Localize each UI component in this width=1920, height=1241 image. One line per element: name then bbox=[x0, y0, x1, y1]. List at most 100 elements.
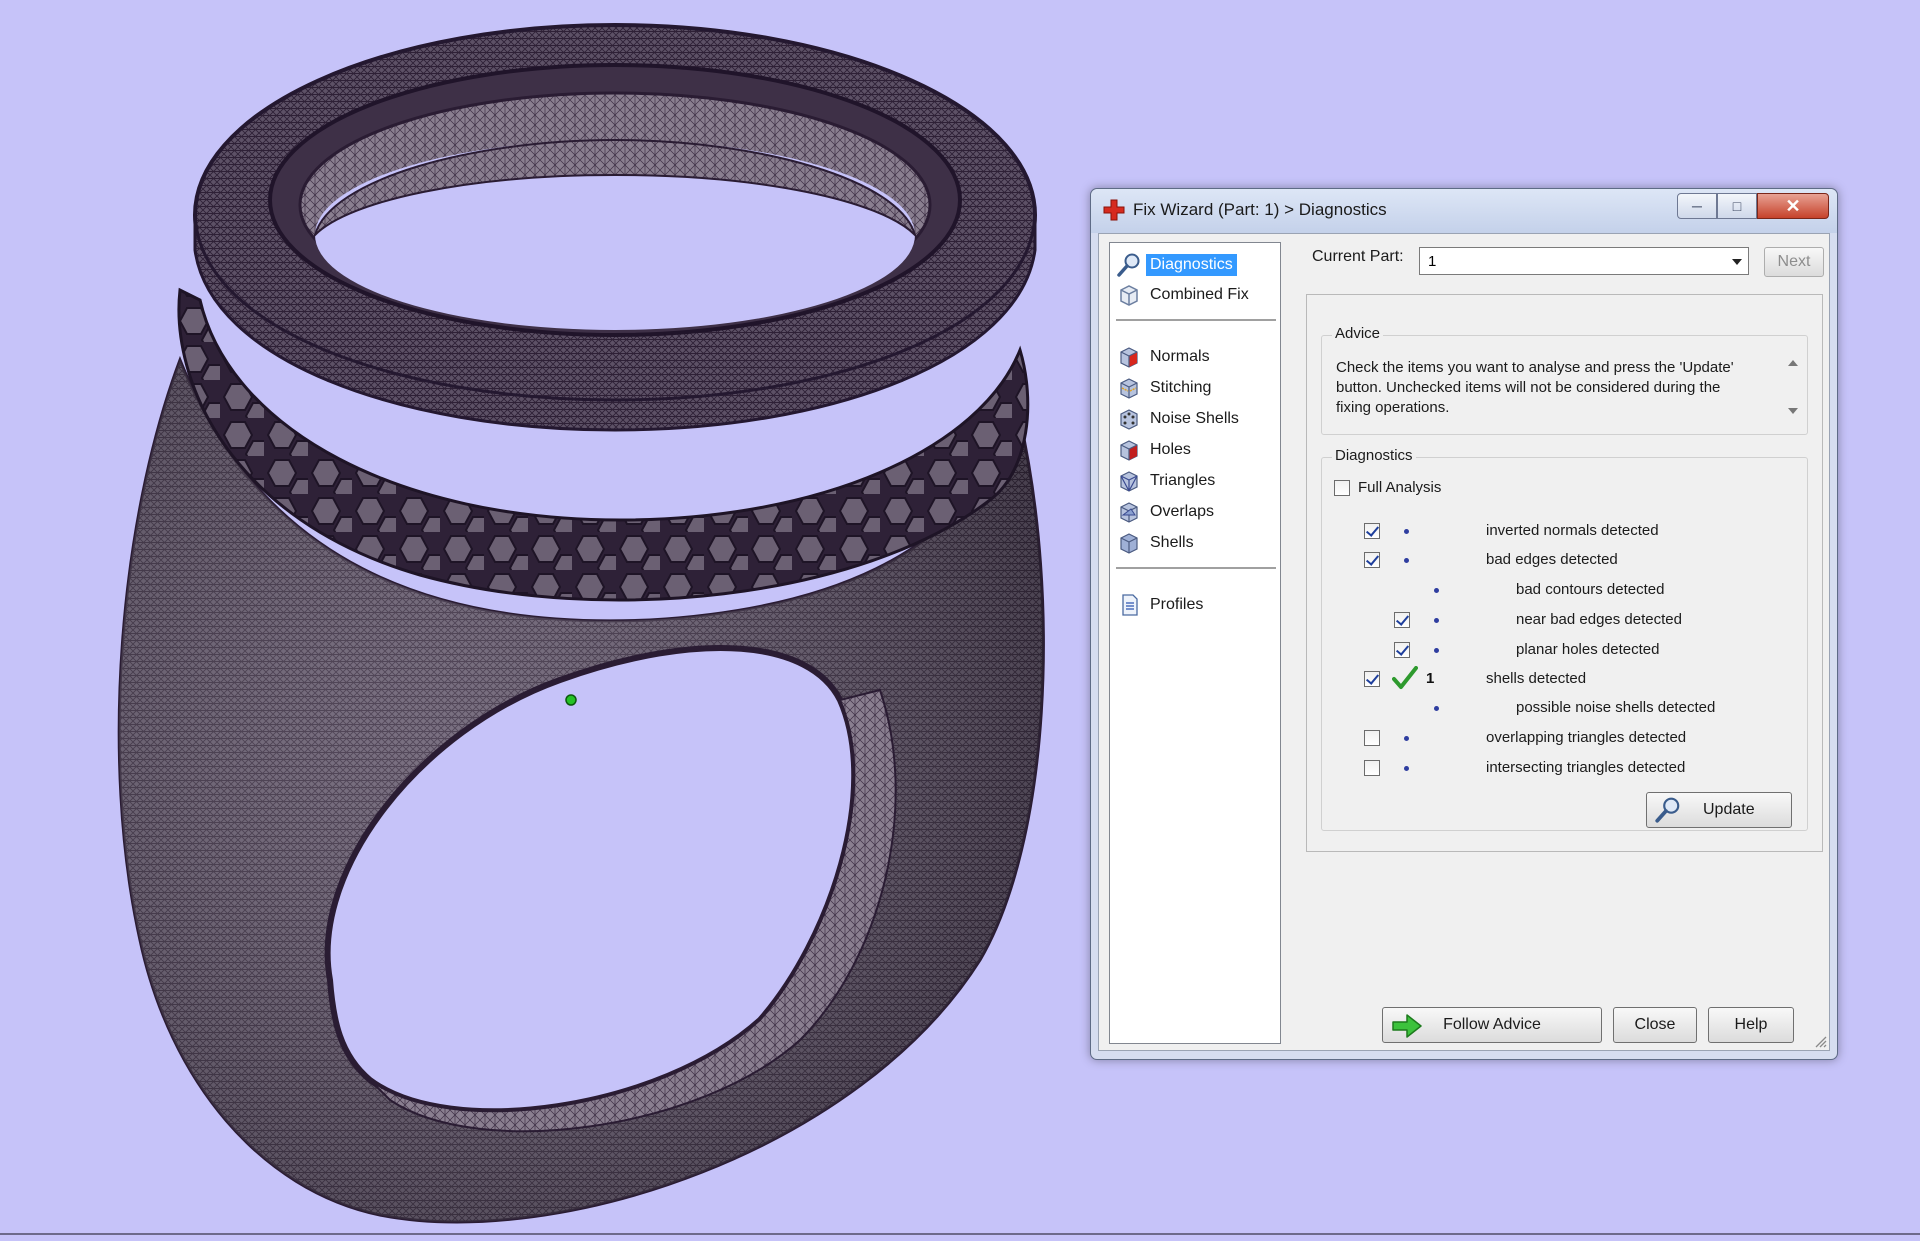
diagnostics-group: Diagnostics Full Analysis inverted norma… bbox=[1321, 447, 1808, 831]
follow-advice-button[interactable]: Follow Advice bbox=[1382, 1007, 1602, 1043]
full-analysis-label: Full Analysis bbox=[1358, 479, 1442, 496]
nav-item-label: Diagnostics bbox=[1146, 254, 1237, 276]
diag-checkbox[interactable] bbox=[1364, 760, 1380, 776]
advice-group: Advice Check the items you want to analy… bbox=[1321, 325, 1808, 435]
current-part-label: Current Part: bbox=[1312, 248, 1404, 265]
document-icon bbox=[1122, 594, 1138, 616]
nav-item-noise-shells[interactable]: Noise Shells bbox=[1116, 405, 1276, 433]
diag-label: shells detected bbox=[1486, 670, 1587, 687]
diag-label: inverted normals detected bbox=[1486, 522, 1659, 539]
maximize-icon: □ bbox=[1732, 198, 1742, 214]
status-dot bbox=[1434, 648, 1439, 653]
scroll-down-icon[interactable] bbox=[1788, 408, 1798, 414]
diag-label: overlapping triangles detected bbox=[1486, 729, 1687, 746]
shells-cube-icon bbox=[1120, 533, 1138, 554]
follow-advice-label: Follow Advice bbox=[1443, 1016, 1541, 1033]
advice-scrollbar[interactable] bbox=[1785, 356, 1801, 418]
status-dot bbox=[1404, 529, 1409, 534]
dialog-client: Diagnostics Combined Fix Normals Stitchi… bbox=[1098, 233, 1830, 1051]
dialog-titlebar[interactable]: Fix Wizard (Part: 1) > Diagnostics ─ □ ✕ bbox=[1091, 189, 1837, 233]
update-button[interactable]: Update bbox=[1646, 792, 1792, 828]
minimize-button[interactable]: ─ bbox=[1677, 193, 1717, 219]
status-dot bbox=[1404, 558, 1409, 563]
advice-text: Check the items you want to analyse and … bbox=[1336, 359, 1734, 416]
resize-grip-icon[interactable] bbox=[1813, 1034, 1827, 1048]
nav-item-label: Combined Fix bbox=[1150, 286, 1249, 303]
next-button[interactable]: Next bbox=[1764, 247, 1824, 277]
diagnostics-title: Diagnostics bbox=[1332, 447, 1416, 464]
nav-item-diagnostics[interactable]: Diagnostics bbox=[1116, 251, 1276, 279]
minimize-icon: ─ bbox=[1692, 198, 1702, 214]
close-icon: ✕ bbox=[1785, 195, 1801, 216]
nav-separator bbox=[1116, 567, 1276, 569]
scroll-up-icon[interactable] bbox=[1788, 360, 1798, 366]
status-dot bbox=[1434, 618, 1439, 623]
green-arrow-icon bbox=[1392, 1014, 1422, 1038]
nav-item-label: Profiles bbox=[1150, 596, 1204, 613]
current-part-select[interactable]: 1 bbox=[1419, 247, 1749, 275]
magnifier-icon bbox=[1117, 253, 1140, 277]
nav-item-label: Normals bbox=[1150, 348, 1210, 365]
nav-item-holes[interactable]: Holes bbox=[1116, 436, 1276, 464]
status-dot bbox=[1434, 588, 1439, 593]
nav-item-profiles[interactable]: Profiles bbox=[1116, 591, 1276, 619]
fix-wizard-dialog: Fix Wizard (Part: 1) > Diagnostics ─ □ ✕… bbox=[1090, 188, 1838, 1060]
diag-checkbox[interactable] bbox=[1364, 730, 1380, 746]
overlaps-cube-icon bbox=[1120, 502, 1138, 523]
next-button-label: Next bbox=[1777, 253, 1811, 270]
diag-label: bad contours detected bbox=[1516, 581, 1665, 598]
nav-item-label: Stitching bbox=[1150, 379, 1212, 396]
nav-item-combined-fix[interactable]: Combined Fix bbox=[1116, 281, 1276, 309]
diag-label: bad edges detected bbox=[1486, 551, 1618, 568]
holes-cube-icon bbox=[1120, 440, 1138, 461]
diag-checkbox[interactable] bbox=[1364, 523, 1380, 539]
diag-label: intersecting triangles detected bbox=[1486, 759, 1686, 776]
help-button-label: Help bbox=[1734, 1016, 1768, 1033]
triangles-cube-icon bbox=[1120, 471, 1138, 492]
nav-separator bbox=[1116, 319, 1276, 321]
diag-checkbox[interactable] bbox=[1394, 642, 1410, 658]
diag-checkbox[interactable] bbox=[1364, 671, 1380, 687]
current-part-value: 1 bbox=[1428, 253, 1437, 270]
viewport-ruler bbox=[0, 1233, 1920, 1241]
ring-mesh-model bbox=[117, 23, 1045, 1224]
shells-count: 1 bbox=[1426, 670, 1435, 687]
diag-checkbox[interactable] bbox=[1364, 552, 1380, 568]
nav-item-triangles[interactable]: Triangles bbox=[1116, 467, 1276, 495]
nav-item-label: Triangles bbox=[1150, 472, 1216, 489]
nav-item-overlaps[interactable]: Overlaps bbox=[1116, 498, 1276, 526]
dialog-title: Fix Wizard (Part: 1) > Diagnostics bbox=[1133, 200, 1387, 219]
nav-item-label: Shells bbox=[1150, 534, 1194, 551]
nav-item-normals[interactable]: Normals bbox=[1116, 343, 1276, 371]
status-dot bbox=[1434, 706, 1439, 711]
diag-label: possible noise shells detected bbox=[1516, 699, 1716, 716]
help-button[interactable]: Help bbox=[1708, 1007, 1794, 1043]
diag-label: planar holes detected bbox=[1516, 641, 1660, 658]
maximize-button[interactable]: □ bbox=[1717, 193, 1757, 219]
full-analysis-checkbox[interactable] bbox=[1334, 480, 1350, 496]
status-dot bbox=[1404, 736, 1409, 741]
nav-item-stitching[interactable]: Stitching bbox=[1116, 374, 1276, 402]
close-button-label: Close bbox=[1634, 1016, 1676, 1033]
noise-shells-cube-icon bbox=[1120, 409, 1138, 430]
chevron-down-icon bbox=[1732, 259, 1742, 265]
close-button[interactable]: Close bbox=[1613, 1007, 1697, 1043]
red-cross-icon bbox=[1103, 199, 1125, 221]
nav-item-label: Noise Shells bbox=[1150, 410, 1239, 427]
nav-item-label: Overlaps bbox=[1150, 503, 1215, 520]
diagnostics-panel: Advice Check the items you want to analy… bbox=[1306, 294, 1823, 852]
diag-checkbox[interactable] bbox=[1394, 612, 1410, 628]
status-dot bbox=[1404, 766, 1409, 771]
stitching-cube-icon bbox=[1120, 378, 1138, 399]
wizard-nav-list: Diagnostics Combined Fix Normals Stitchi… bbox=[1109, 242, 1281, 1044]
update-button-label: Update bbox=[1703, 801, 1755, 818]
diag-label: near bad edges detected bbox=[1516, 611, 1682, 628]
magnifier-icon bbox=[1655, 797, 1680, 823]
cube-outline-icon bbox=[1120, 285, 1138, 306]
nav-item-shells[interactable]: Shells bbox=[1116, 529, 1276, 557]
nav-item-label: Holes bbox=[1150, 441, 1191, 458]
advice-title: Advice bbox=[1332, 325, 1384, 342]
green-check-icon bbox=[1392, 666, 1418, 689]
close-window-button[interactable]: ✕ bbox=[1757, 193, 1829, 219]
window-controls: ─ □ ✕ bbox=[1677, 193, 1829, 219]
